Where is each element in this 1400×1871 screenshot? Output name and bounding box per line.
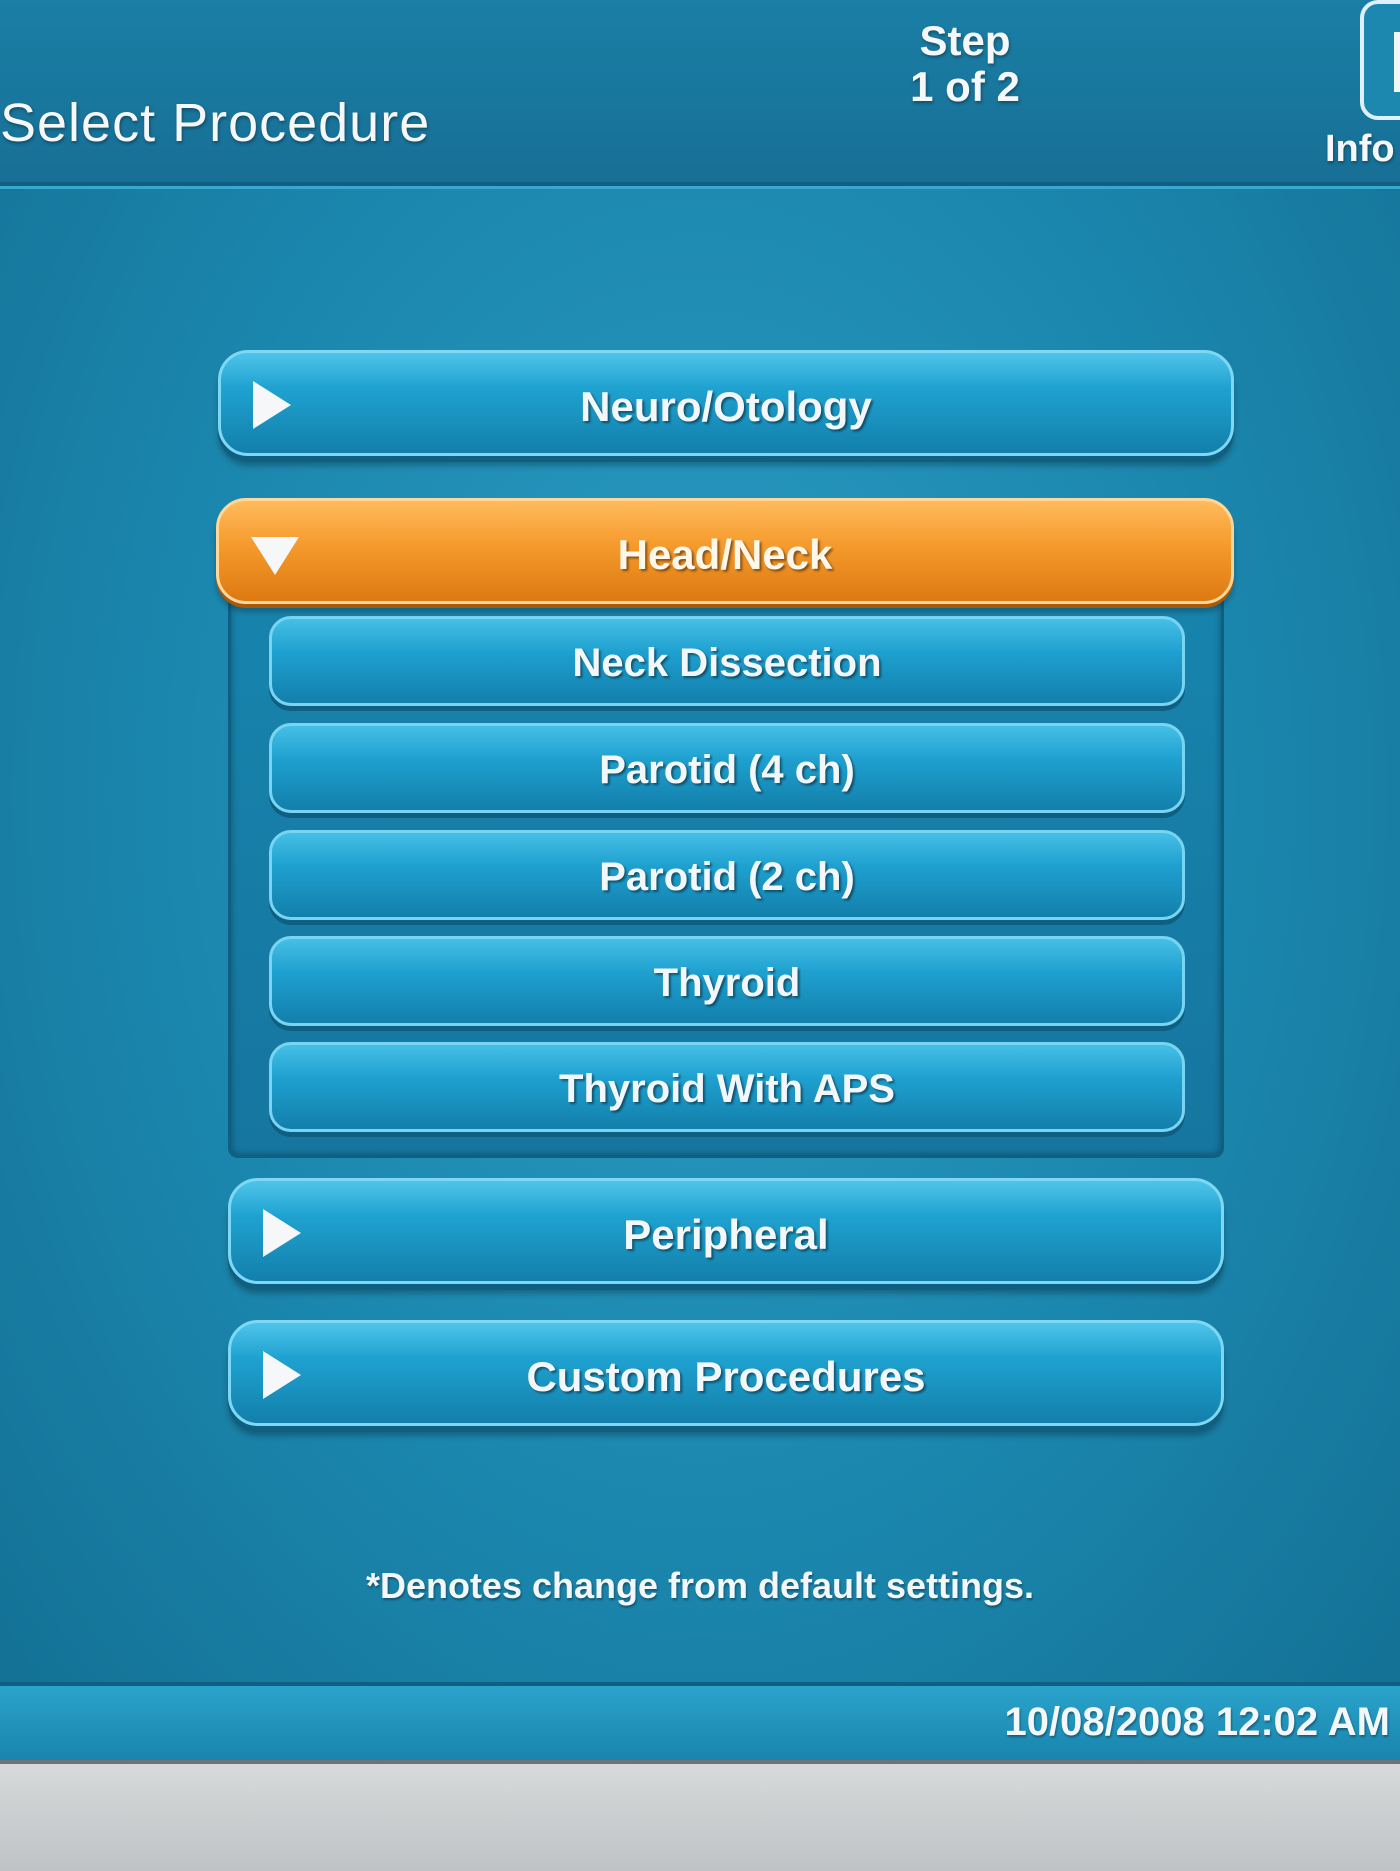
- status-bar: 10/08/2008 12:02 AM: [0, 1682, 1400, 1764]
- header: Select Procedure Step 1 of 2 Info: [0, 0, 1400, 186]
- screen: Select Procedure Step 1 of 2 Info Neuro/…: [0, 0, 1400, 1764]
- procedure-thyroid[interactable]: Thyroid: [269, 936, 1185, 1026]
- datetime: 10/08/2008 12:02 AM: [1004, 1700, 1390, 1744]
- category-head-neck[interactable]: Head/Neck: [216, 498, 1234, 604]
- step-label: Step: [919, 17, 1011, 64]
- page-title: Select Procedure: [0, 93, 431, 153]
- procedure-label: Thyroid With APS: [559, 1067, 895, 1111]
- procedure-parotid-2ch[interactable]: Parotid (2 ch): [269, 830, 1185, 920]
- step-indicator: Step 1 of 2: [880, 18, 1050, 110]
- category-label: Head/Neck: [617, 531, 833, 578]
- procedure-neck-dissection[interactable]: Neck Dissection: [269, 616, 1185, 706]
- info-label: Info: [1325, 128, 1395, 170]
- info-icon: [1394, 32, 1400, 92]
- footnote: *Denotes change from default settings.: [365, 1565, 1035, 1606]
- procedure-parotid-4ch[interactable]: Parotid (4 ch): [269, 723, 1185, 813]
- procedure-label: Thyroid: [653, 961, 801, 1005]
- category-neuro-otology[interactable]: Neuro/Otology: [218, 350, 1234, 456]
- procedure-label: Neck Dissection: [572, 641, 882, 685]
- category-label: Neuro/Otology: [580, 383, 872, 430]
- head-neck-subpanel: Neck Dissection Parotid (4 ch) Parotid (…: [228, 590, 1224, 1158]
- category-custom-procedures[interactable]: Custom Procedures: [228, 1320, 1224, 1426]
- category-label: Custom Procedures: [526, 1353, 926, 1400]
- procedure-label: Parotid (4 ch): [599, 748, 855, 792]
- step-count: 1 of 2: [910, 63, 1020, 110]
- category-label: Peripheral: [623, 1211, 829, 1258]
- procedure-label: Parotid (2 ch): [599, 855, 855, 899]
- category-peripheral[interactable]: Peripheral: [228, 1178, 1224, 1284]
- info-button[interactable]: [1360, 0, 1400, 120]
- procedure-thyroid-with-aps[interactable]: Thyroid With APS: [269, 1042, 1185, 1132]
- device-bezel: [0, 1760, 1400, 1871]
